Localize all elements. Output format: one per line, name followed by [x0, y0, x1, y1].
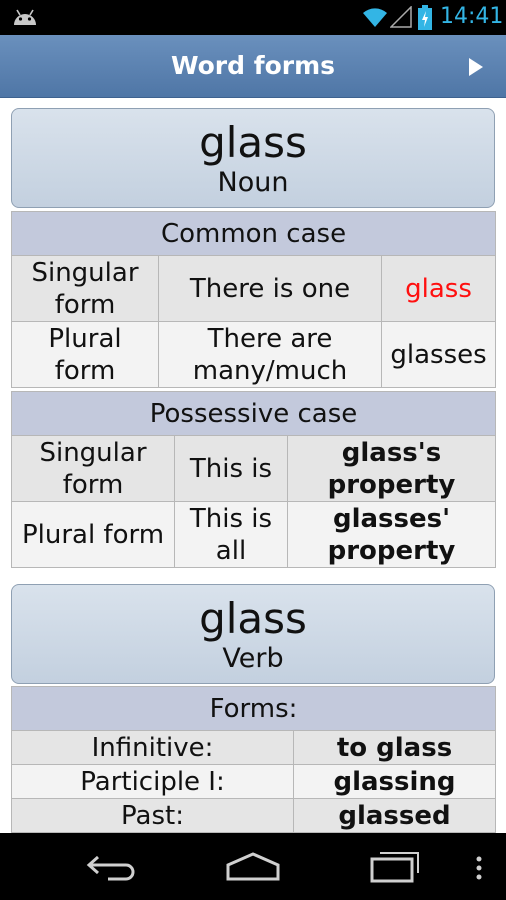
- verb-part-of-speech: Verb: [222, 643, 284, 674]
- row-value: glass: [380, 255, 497, 322]
- row-label: Singular form: [11, 435, 175, 502]
- page-title: Word forms: [170, 51, 336, 80]
- row-label: Participle I:: [11, 764, 294, 799]
- row-value: glassing: [293, 764, 496, 799]
- battery-icon: [418, 5, 432, 30]
- row-description: This is all: [174, 501, 288, 568]
- row-value: glassed: [293, 798, 496, 833]
- table-row: Infinitive: to glass: [11, 730, 496, 765]
- possessive-case-table: Possessive case Singular form This is gl…: [11, 391, 496, 568]
- verb-forms-table: Forms: Infinitive: to glass Participle I…: [11, 686, 496, 833]
- table-row: Participle I: glassing: [11, 764, 496, 799]
- verb-forms-header: Forms:: [11, 686, 496, 731]
- wifi-icon: [363, 8, 387, 27]
- common-case-header: Common case: [10, 211, 497, 256]
- status-bar: 14:41: [0, 0, 506, 35]
- row-value: to glass: [293, 730, 496, 765]
- table-row: Plural form There are many/much glasses: [11, 321, 497, 388]
- row-value: glass's property: [287, 435, 496, 502]
- row-label: Past:: [11, 798, 294, 833]
- possessive-case-header: Possessive case: [11, 391, 496, 436]
- row-label: Infinitive:: [11, 730, 294, 765]
- play-icon[interactable]: [469, 58, 483, 76]
- table-row: Singular form This is glass's property: [11, 435, 496, 502]
- row-label: Singular form: [11, 255, 159, 322]
- table-row: Plural form This is all glasses' propert…: [11, 501, 496, 568]
- verb-word: glass: [199, 594, 307, 643]
- noun-word: glass: [199, 118, 307, 167]
- row-value: glasses: [380, 321, 497, 388]
- action-bar: Word forms: [0, 35, 506, 98]
- recent-apps-icon[interactable]: [368, 849, 422, 883]
- noun-card: glass Noun: [11, 108, 495, 208]
- common-case-table: Common case Singular form There is one g…: [10, 211, 497, 388]
- status-time: 14:41: [440, 4, 504, 29]
- row-description: There is one: [158, 255, 382, 322]
- home-icon[interactable]: [225, 851, 281, 881]
- row-label: Plural form: [11, 321, 159, 388]
- row-label: Plural form: [11, 501, 175, 568]
- table-row: Singular form There is one glass: [11, 255, 497, 322]
- navigation-bar: [0, 833, 506, 900]
- android-icon: [14, 9, 36, 25]
- row-description: There are many/much: [158, 321, 382, 388]
- row-value: glasses' property: [287, 501, 496, 568]
- table-row: Past: glassed: [11, 798, 496, 833]
- overflow-menu-icon[interactable]: [474, 855, 484, 881]
- verb-card: glass Verb: [11, 584, 495, 684]
- noun-part-of-speech: Noun: [217, 167, 289, 198]
- row-description: This is: [174, 435, 288, 502]
- signal-icon: [390, 6, 412, 28]
- back-icon[interactable]: [86, 853, 138, 881]
- word-forms-content[interactable]: glass Noun Common case Singular form The…: [0, 97, 506, 833]
